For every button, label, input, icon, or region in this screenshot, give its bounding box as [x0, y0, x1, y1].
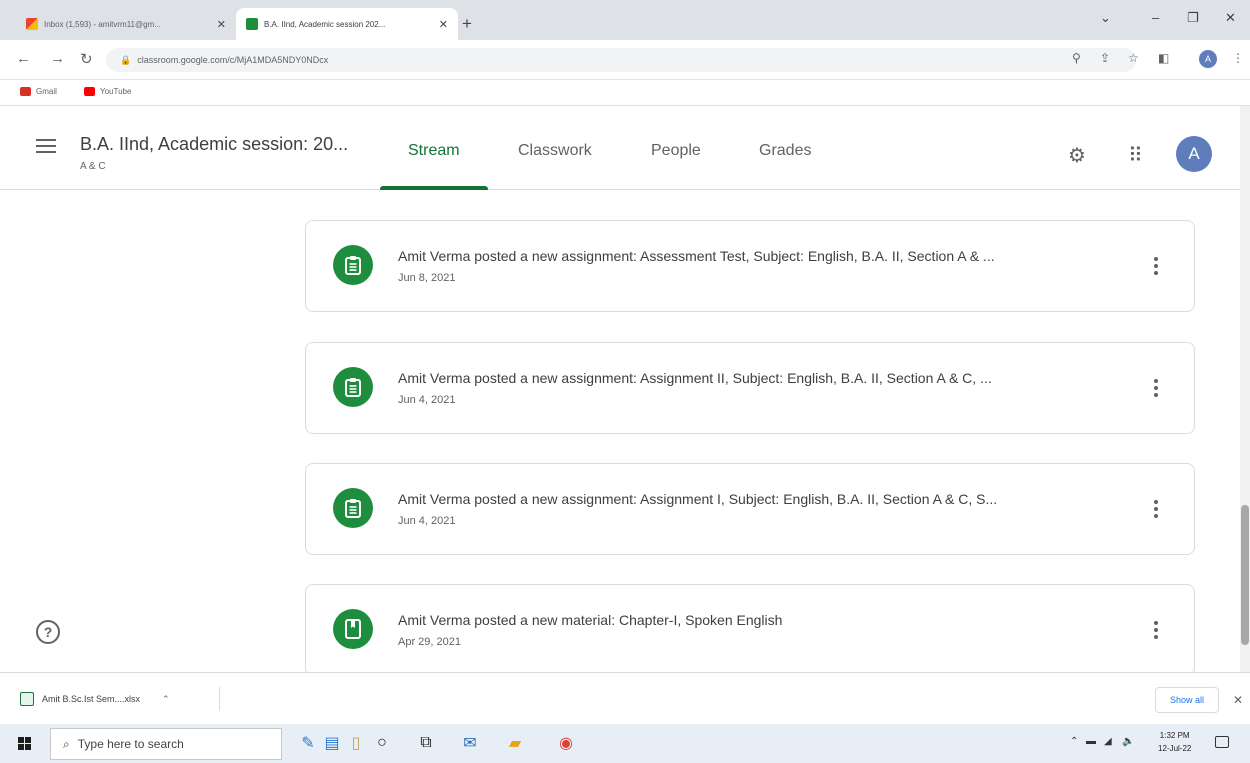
stream-post[interactable]: Amit Verma posted a new assignment: Assi… — [305, 463, 1195, 555]
task-view-icon[interactable]: ⧉ — [416, 734, 436, 752]
post-title: Amit Verma posted a new assignment: Assi… — [398, 491, 998, 507]
tab-classwork[interactable]: Classwork — [518, 142, 592, 160]
windows-start-icon[interactable] — [18, 737, 32, 751]
browser-profile-avatar[interactable]: A — [1199, 50, 1217, 68]
stream-content: Amit Verma posted a new assignment: Asse… — [0, 190, 1240, 672]
material-icon — [333, 609, 373, 649]
tab-title: Inbox (1,593) - amitvrm11@gm... — [44, 19, 161, 29]
post-title: Amit Verma posted a new assignment: Assi… — [398, 370, 992, 386]
more-options-icon[interactable] — [1154, 621, 1158, 642]
bookmark-star-icon[interactable]: ☆ — [1128, 51, 1139, 65]
back-icon[interactable]: ← — [16, 50, 31, 67]
url-field[interactable]: 🔒 classroom.google.com/c/MjA1MDA5NDY0NDc… — [106, 48, 1136, 72]
chevron-up-icon[interactable]: ⌃ — [162, 694, 170, 705]
main-menu-icon[interactable] — [36, 139, 56, 157]
url-text: classroom.google.com/c/MjA1MDA5NDY0NDcx — [137, 55, 329, 65]
bookmark-youtube[interactable]: YouTube — [84, 87, 131, 96]
download-item[interactable]: Amit B.Sc.Ist Sem....xlsx ⌃ — [20, 687, 220, 711]
side-panel-icon[interactable]: ◧ — [1158, 51, 1169, 65]
apps-grid-icon[interactable]: ⠿ — [1128, 143, 1143, 168]
notifications-icon[interactable] — [1215, 736, 1229, 748]
pinned-app-icon[interactable]: ✎ — [298, 734, 318, 752]
close-tab-icon[interactable]: ✕ — [439, 18, 448, 31]
minimize-icon[interactable]: – — [1152, 10, 1159, 25]
post-title: Amit Verma posted a new assignment: Asse… — [398, 248, 995, 264]
class-title[interactable]: B.A. IInd, Academic session: 20... — [80, 134, 348, 155]
clock-date: 12-Jul-22 — [1158, 744, 1192, 753]
assignment-icon — [333, 245, 373, 285]
tab-stream[interactable]: Stream — [408, 142, 460, 160]
address-bar-row: ← → ↻ 🔒 classroom.google.com/c/MjA1MDA5N… — [0, 40, 1250, 80]
post-title: Amit Verma posted a new material: Chapte… — [398, 612, 783, 628]
close-tab-icon[interactable]: ✕ — [217, 18, 226, 31]
downloads-bar: Amit B.Sc.Ist Sem....xlsx ⌃ Show all ✕ — [0, 672, 1250, 724]
show-all-button[interactable]: Show all — [1155, 687, 1219, 713]
close-downloads-icon[interactable]: ✕ — [1233, 693, 1243, 707]
tab-title: B.A. IInd, Academic session 202... — [264, 19, 386, 29]
bookmark-gmail[interactable]: Gmail — [20, 87, 57, 96]
gmail-icon — [26, 18, 38, 30]
search-icon: ⌕ — [63, 736, 70, 751]
volume-icon[interactable]: 🔈 — [1122, 736, 1134, 747]
assignment-icon — [333, 488, 373, 528]
stream-post[interactable]: Amit Verma posted a new material: Chapte… — [305, 584, 1195, 672]
network-icon[interactable]: ▬ — [1086, 736, 1096, 747]
class-section: A & C — [80, 161, 106, 172]
tab-grades[interactable]: Grades — [759, 142, 811, 160]
show-hidden-icons-icon[interactable]: ⌃ — [1070, 736, 1078, 747]
post-date: Jun 4, 2021 — [398, 515, 456, 527]
tab-people[interactable]: People — [651, 142, 701, 160]
reload-icon[interactable]: ↻ — [80, 50, 93, 68]
browser-tab-gmail[interactable]: Inbox (1,593) - amitvrm11@gm... ✕ — [16, 8, 236, 40]
bookmark-label: Gmail — [36, 87, 57, 96]
restore-icon[interactable]: ❐ — [1187, 10, 1199, 26]
book-app-icon[interactable]: ▤ — [322, 734, 342, 752]
cortana-icon[interactable]: ○ — [372, 734, 392, 752]
browser-menu-icon[interactable]: ⋮ — [1232, 51, 1244, 65]
excel-file-icon — [20, 692, 34, 706]
forward-icon[interactable]: → — [50, 50, 65, 67]
classroom-icon — [246, 18, 258, 30]
stream-post[interactable]: Amit Verma posted a new assignment: Asse… — [305, 220, 1195, 312]
chrome-icon[interactable]: ◉ — [556, 734, 576, 752]
file-explorer-icon[interactable]: ▰ — [505, 734, 525, 752]
lock-icon: 🔒 — [120, 54, 132, 65]
new-tab-icon[interactable]: + — [462, 14, 472, 34]
stream-post[interactable]: Amit Verma posted a new assignment: Assi… — [305, 342, 1195, 434]
bookmarks-bar: Gmail YouTube — [0, 80, 1250, 106]
close-window-icon[interactable]: ✕ — [1225, 10, 1236, 26]
browser-tab-classroom[interactable]: B.A. IInd, Academic session 202... ✕ — [236, 8, 458, 40]
more-options-icon[interactable] — [1154, 379, 1158, 400]
share-icon[interactable]: ⇪ — [1100, 51, 1110, 65]
zoom-icon[interactable]: ⚲ — [1072, 51, 1081, 65]
youtube-icon — [84, 87, 95, 96]
windows-taskbar: ⌕ Type here to search ✎ ▤ ▯ ○ ⧉ ✉ ▰ ◉ ⌃ … — [0, 724, 1250, 763]
post-date: Jun 4, 2021 — [398, 394, 456, 406]
browser-tab-strip: Inbox (1,593) - amitvrm11@gm... ✕ B.A. I… — [0, 0, 1250, 40]
classroom-header: B.A. IInd, Academic session: 20... A & C… — [0, 106, 1240, 190]
clock-time: 1:32 PM — [1159, 731, 1190, 740]
search-placeholder: Type here to search — [77, 737, 184, 751]
office-app-icon[interactable]: ▯ — [346, 734, 366, 752]
scrollbar-thumb[interactable] — [1241, 505, 1249, 645]
mail-app-icon[interactable]: ✉ — [460, 734, 480, 752]
taskbar-search-box[interactable]: ⌕ Type here to search — [50, 728, 282, 760]
download-filename: Amit B.Sc.Ist Sem....xlsx — [42, 694, 141, 704]
more-options-icon[interactable] — [1154, 500, 1158, 521]
assignment-icon — [333, 367, 373, 407]
wifi-icon[interactable]: ◢ — [1104, 736, 1112, 747]
more-options-icon[interactable] — [1154, 257, 1158, 278]
bookmark-label: YouTube — [100, 87, 132, 96]
settings-gear-icon[interactable]: ⚙ — [1068, 143, 1086, 168]
system-clock[interactable]: 1:32 PM 12-Jul-22 — [1158, 729, 1191, 755]
post-date: Jun 8, 2021 — [398, 272, 456, 284]
help-icon[interactable]: ? — [36, 620, 60, 644]
tab-search-icon[interactable]: ⌄ — [1100, 10, 1111, 26]
account-avatar[interactable]: A — [1176, 136, 1212, 172]
gmail-icon — [20, 87, 31, 96]
post-date: Apr 29, 2021 — [398, 636, 461, 648]
